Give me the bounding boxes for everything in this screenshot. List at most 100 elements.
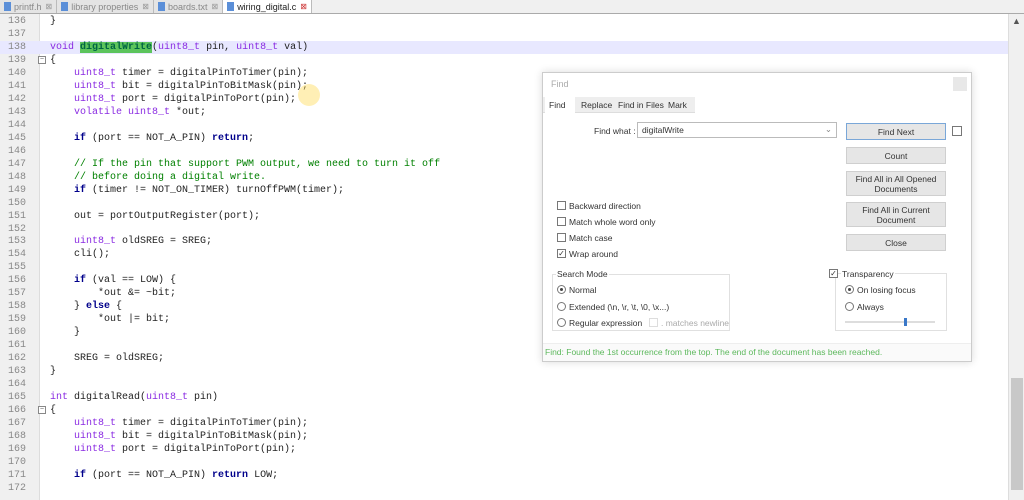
close-tab-icon[interactable]: ⊠ [142, 2, 149, 11]
backward-direction-checkbox[interactable] [557, 201, 566, 210]
file-icon [227, 2, 235, 11]
line-code: uint8_t bit = digitalPinToBitMask(pin); [50, 80, 308, 93]
code-token: out = portOutputRegister(port); [50, 210, 261, 222]
line-number: 138 [8, 41, 27, 53]
code-token: port = digitalPinToPort(pin); [116, 444, 297, 455]
line-code: uint8_t timer = digitalPinToTimer(pin); [50, 417, 308, 430]
code-token: pin) [188, 392, 219, 404]
code-token: LOW; [248, 469, 279, 481]
transparency-checkbox[interactable]: ✓ [829, 269, 838, 278]
scroll-up-arrow-icon[interactable]: ▲ [1012, 16, 1021, 26]
find-next-option-checkbox[interactable] [952, 126, 962, 136]
find-next-button[interactable]: Find Next [846, 123, 946, 140]
wrap-around-checkbox[interactable]: ✓ [557, 249, 566, 258]
code-line[interactable]: 138 void digitalWrite(uint8_t pin, uint8_… [0, 40, 1008, 54]
normal-label: Normal [569, 285, 597, 295]
on-losing-focus-radio[interactable] [845, 285, 854, 294]
tab-find-in-files[interactable]: Find in Files [618, 100, 664, 110]
code-token: bit = digitalPinToBitMask(pin); [116, 431, 309, 443]
file-tab[interactable]: boards.txt ⊠ [153, 0, 224, 13]
normal-radio[interactable] [557, 285, 566, 294]
line-code: } [50, 15, 56, 28]
close-tab-icon[interactable]: ⊠ [300, 2, 307, 11]
fold-toggle-icon[interactable]: − [38, 55, 46, 64]
line-number: 145 [8, 132, 27, 144]
line-number: 167 [8, 418, 27, 430]
code-line[interactable]: 170 [0, 456, 1008, 469]
find-all-current-button[interactable]: Find All in Current Document [846, 202, 946, 227]
find-what-input[interactable]: digitalWrite ⌄ [637, 122, 837, 138]
regex-label: Regular expression [569, 318, 643, 328]
transparency-slider-thumb[interactable] [903, 318, 907, 326]
dialog-title: Find [551, 79, 569, 89]
line-number: 165 [8, 392, 27, 404]
code-token: port = digitalPinToPort(pin); [116, 93, 297, 105]
file-tab-bar: printf.h ⊠ library properties ⊠ boards.txt ⊠ w… [0, 0, 1024, 14]
line-number: 159 [8, 314, 27, 326]
file-tab[interactable]: wiring_digital.c ⊠ [223, 0, 312, 13]
code-line[interactable]: 167 uint8_t timer = digitalPinToTimer(pi… [0, 417, 1008, 430]
count-button[interactable]: Count [846, 147, 946, 164]
code-line[interactable]: 137 [0, 28, 1008, 41]
match-case-checkbox[interactable] [557, 233, 566, 242]
code-token: } [50, 327, 81, 339]
code-token: timer = digitalPinToTimer(pin); [116, 418, 309, 430]
chevron-down-icon[interactable]: ⌄ [825, 124, 832, 135]
matches-newline-checkbox[interactable] [649, 318, 658, 327]
code-token: uint8_t [50, 236, 117, 248]
file-icon [61, 2, 69, 11]
code-line[interactable]: 165 int digitalRead(uint8_t pin) [0, 391, 1008, 404]
tab-mark[interactable]: Mark [668, 100, 687, 110]
always-radio[interactable] [845, 302, 854, 311]
line-code: out = portOutputRegister(port); [50, 210, 260, 223]
code-line[interactable]: 168 uint8_t bit = digitalPinToBitMask(pi… [0, 430, 1008, 443]
line-number: 144 [8, 119, 27, 131]
file-tab[interactable]: library properties ⊠ [57, 0, 154, 13]
line-code: if (port == NOT_A_PIN) return; [50, 132, 254, 145]
transparency-slider[interactable] [845, 318, 935, 326]
line-code: { [50, 54, 56, 67]
line-code: uint8_t timer = digitalPinToTimer(pin); [50, 67, 308, 80]
code-line[interactable]: 136} [0, 15, 1008, 28]
code-line[interactable]: 139 {− [0, 54, 1008, 67]
code-token: if [50, 469, 87, 481]
line-code: // If the pin that support PWM output, w… [50, 158, 440, 171]
line-code: uint8_t oldSREG = SREG; [50, 235, 212, 248]
whole-word-label: Match whole word only [569, 217, 656, 227]
line-code: if (port == NOT_A_PIN) return LOW; [50, 469, 278, 482]
always-label: Always [857, 302, 884, 312]
scrollbar-thumb[interactable] [1011, 378, 1023, 490]
code-line[interactable]: 172 [0, 482, 1008, 495]
regex-radio[interactable] [557, 318, 566, 327]
tab-find[interactable]: Find [545, 97, 575, 113]
close-button[interactable]: Close [846, 234, 946, 251]
code-line[interactable]: 164 [0, 378, 1008, 391]
code-token: return [212, 469, 249, 481]
dialog-close-icon[interactable] [953, 77, 967, 91]
tab-replace[interactable]: Replace [581, 100, 612, 110]
code-token: oldSREG = SREG; [116, 236, 213, 248]
line-number: 140 [8, 67, 27, 79]
code-line[interactable]: 166 {− [0, 404, 1008, 417]
code-token: (port == NOT_A_PIN) [86, 469, 213, 481]
on-losing-focus-label: On losing focus [857, 285, 916, 295]
whole-word-checkbox[interactable] [557, 217, 566, 226]
line-number: 153 [8, 236, 27, 248]
line-code: } [50, 365, 56, 378]
line-number: 139 [8, 54, 27, 66]
extended-radio[interactable] [557, 302, 566, 311]
close-tab-icon[interactable]: ⊠ [211, 2, 218, 11]
file-tab[interactable]: printf.h ⊠ [0, 0, 58, 13]
extended-label: Extended (\n, \r, \t, \0, \x...) [569, 302, 670, 312]
code-line[interactable]: 163} [0, 365, 1008, 378]
code-line[interactable]: 171 if (port == NOT_A_PIN) return LOW; [0, 469, 1008, 482]
code-token: { [50, 54, 57, 66]
find-all-opened-button[interactable]: Find All in All Opened Documents [846, 171, 946, 196]
vertical-scrollbar[interactable]: ▲ [1008, 14, 1024, 500]
close-tab-icon[interactable]: ⊠ [46, 2, 53, 11]
line-number: 146 [8, 145, 27, 157]
code-line[interactable]: 169 uint8_t port = digitalPinToPort(pin)… [0, 443, 1008, 456]
fold-toggle-icon[interactable]: − [38, 406, 46, 415]
line-number: 168 [8, 431, 27, 443]
code-token: uint8_t [50, 418, 117, 430]
